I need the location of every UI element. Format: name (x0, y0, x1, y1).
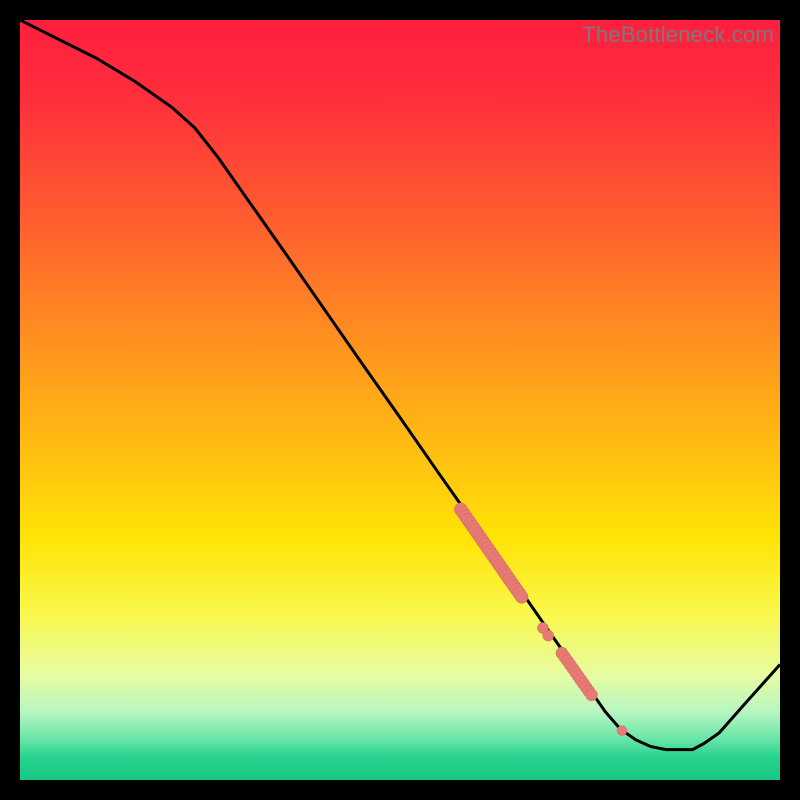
plot-area: TheBottleneck.com (20, 20, 780, 780)
data-marker (586, 689, 598, 701)
data-marker (543, 630, 554, 641)
chart-svg (20, 20, 780, 780)
chart-frame: TheBottleneck.com (0, 0, 800, 800)
data-marker (617, 726, 627, 736)
data-marker (515, 590, 528, 603)
watermark-text: TheBottleneck.com (582, 22, 774, 48)
gradient-background (20, 20, 780, 780)
